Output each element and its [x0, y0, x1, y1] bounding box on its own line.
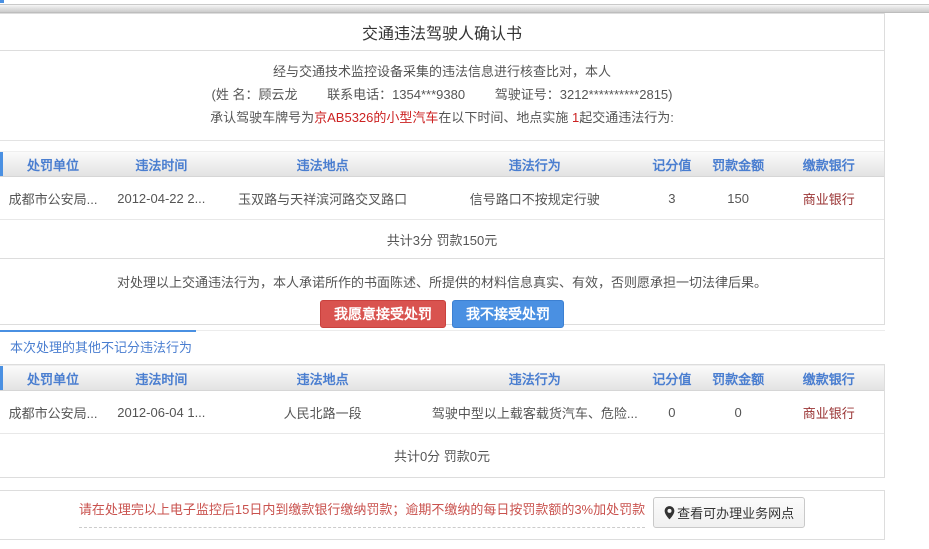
location-pin-icon — [664, 506, 675, 520]
cell-violation-time: 2012-06-04 1... — [106, 405, 217, 420]
cell-violation-place: 玉双路与天祥滨河路交叉路口 — [217, 189, 429, 208]
view-service-locations-button[interactable]: 查看可办理业务网点 — [653, 497, 805, 528]
intro-line-1: 经与交通技术监控设备采集的违法信息进行核查比对，本人 — [0, 60, 884, 83]
cell-violation-time: 2012-04-22 2... — [106, 191, 217, 206]
promise-statement: 对处理以上交通违法行为，本人承诺所作的书面陈述、所提供的材料信息真实、有效，否则… — [0, 272, 884, 291]
intro-line-2: (姓 名：顾云龙 联系电话：1354***9380 驾驶证号：3212*****… — [0, 83, 884, 106]
cell-violation-place: 人民北路一段 — [217, 403, 429, 422]
col-punish-unit: 处罚单位 — [0, 155, 106, 174]
active-tab-indicator — [0, 330, 196, 332]
bank-link[interactable]: 商业银行 — [803, 192, 855, 207]
col-fine-amount: 罚款金额 — [703, 369, 774, 388]
payment-deadline-notice: 请在处理完以上电子监控后15日内到缴款银行缴纳罚款；逾期不缴纳的每日按罚款额的3… — [79, 499, 645, 528]
table-summary: 共计3分 罚款150元 — [0, 220, 884, 258]
intro-line-3: 承认驾驶车牌号为京AB5326的小型汽车在以下时间、地点实施 1起交通违法行为: — [0, 106, 884, 129]
table-summary: 共计0分 罚款0元 — [0, 434, 884, 477]
cell-points: 3 — [641, 191, 703, 206]
col-violation-time: 违法时间 — [106, 155, 217, 174]
clipped-page-element — [0, 0, 4, 3]
col-points: 记分值 — [641, 155, 703, 174]
reject-penalty-button[interactable]: 我不接受处罚 — [452, 300, 564, 328]
col-violation-behavior: 违法行为 — [429, 155, 641, 174]
payment-notice-panel: 请在处理完以上电子监控后15日内到缴款银行缴纳罚款；逾期不缴纳的每日按罚款额的3… — [0, 490, 885, 540]
violation-table: 处罚单位 违法时间 违法地点 违法行为 记分值 罚款金额 缴款银行 成都市公安局… — [0, 141, 884, 259]
page-title: 交通违法驾驶人确认书 — [0, 14, 884, 51]
intro-section: 经与交通技术监控设备采集的违法信息进行核查比对，本人 (姓 名：顾云龙 联系电话… — [0, 51, 884, 141]
col-violation-behavior: 违法行为 — [429, 369, 641, 388]
col-punish-unit: 处罚单位 — [0, 369, 106, 388]
confirm-prefix: 承认驾驶车牌号为 — [210, 110, 314, 125]
cell-violation-behavior: 信号路口不按规定行驶 — [429, 189, 641, 208]
col-fine-amount: 罚款金额 — [703, 155, 774, 174]
horizontal-scrollbar[interactable] — [0, 4, 929, 13]
accept-penalty-button[interactable]: 我愿意接受处罚 — [320, 300, 446, 328]
col-payment-bank: 缴款银行 — [773, 369, 884, 388]
cell-fine-amount: 150 — [703, 191, 774, 206]
bank-link[interactable]: 商业银行 — [803, 406, 855, 421]
cell-fine-amount: 0 — [703, 405, 774, 420]
cell-punish-unit: 成都市公安局... — [0, 403, 106, 422]
other-table-header: 处罚单位 违法时间 违法地点 违法行为 记分值 罚款金额 缴款银行 — [0, 365, 884, 391]
col-payment-bank: 缴款银行 — [773, 155, 884, 174]
violation-table-header: 处罚单位 违法时间 违法地点 违法行为 记分值 罚款金额 缴款银行 — [0, 151, 884, 177]
driver-license-number: 驾驶证号：3212**********2815) — [495, 87, 673, 102]
view-service-locations-label: 查看可办理业务网点 — [677, 503, 794, 522]
col-violation-time: 违法时间 — [106, 369, 217, 388]
confirm-mid: 在以下时间、地点实施 — [438, 110, 572, 125]
col-points: 记分值 — [641, 369, 703, 388]
table-row: 成都市公安局... 2012-04-22 2... 玉双路与天祥滨河路交叉路口 … — [0, 177, 884, 220]
table-row: 成都市公安局... 2012-06-04 1... 人民北路一段 驾驶中型以上载… — [0, 391, 884, 434]
driver-phone: 联系电话：1354***9380 — [327, 87, 465, 102]
col-violation-place: 违法地点 — [217, 155, 429, 174]
other-violations-panel: 处罚单位 违法时间 违法地点 违法行为 记分值 罚款金额 缴款银行 成都市公安局… — [0, 364, 885, 478]
vehicle-plate: 京AB5326的小型汽车 — [314, 110, 438, 125]
cell-points: 0 — [641, 405, 703, 420]
header-accent-bar — [0, 366, 3, 390]
cell-punish-unit: 成都市公安局... — [0, 189, 106, 208]
driver-name: (姓 名：顾云龙 — [212, 87, 298, 102]
confirmation-panel: 交通违法驾驶人确认书 经与交通技术监控设备采集的违法信息进行核查比对，本人 (姓… — [0, 13, 885, 325]
other-violations-tabstrip: 本次处理的其他不记分违法行为 — [0, 330, 885, 356]
statement-section: 对处理以上交通违法行为，本人承诺所作的书面陈述、所提供的材料信息真实、有效，否则… — [0, 272, 884, 338]
tab-other-violations[interactable]: 本次处理的其他不记分违法行为 — [0, 337, 192, 356]
cell-violation-behavior: 驾驶中型以上载客载货汽车、危险... — [429, 403, 641, 422]
col-violation-place: 违法地点 — [217, 369, 429, 388]
header-accent-bar — [0, 152, 3, 176]
confirm-suffix: 起交通违法行为: — [579, 110, 674, 125]
